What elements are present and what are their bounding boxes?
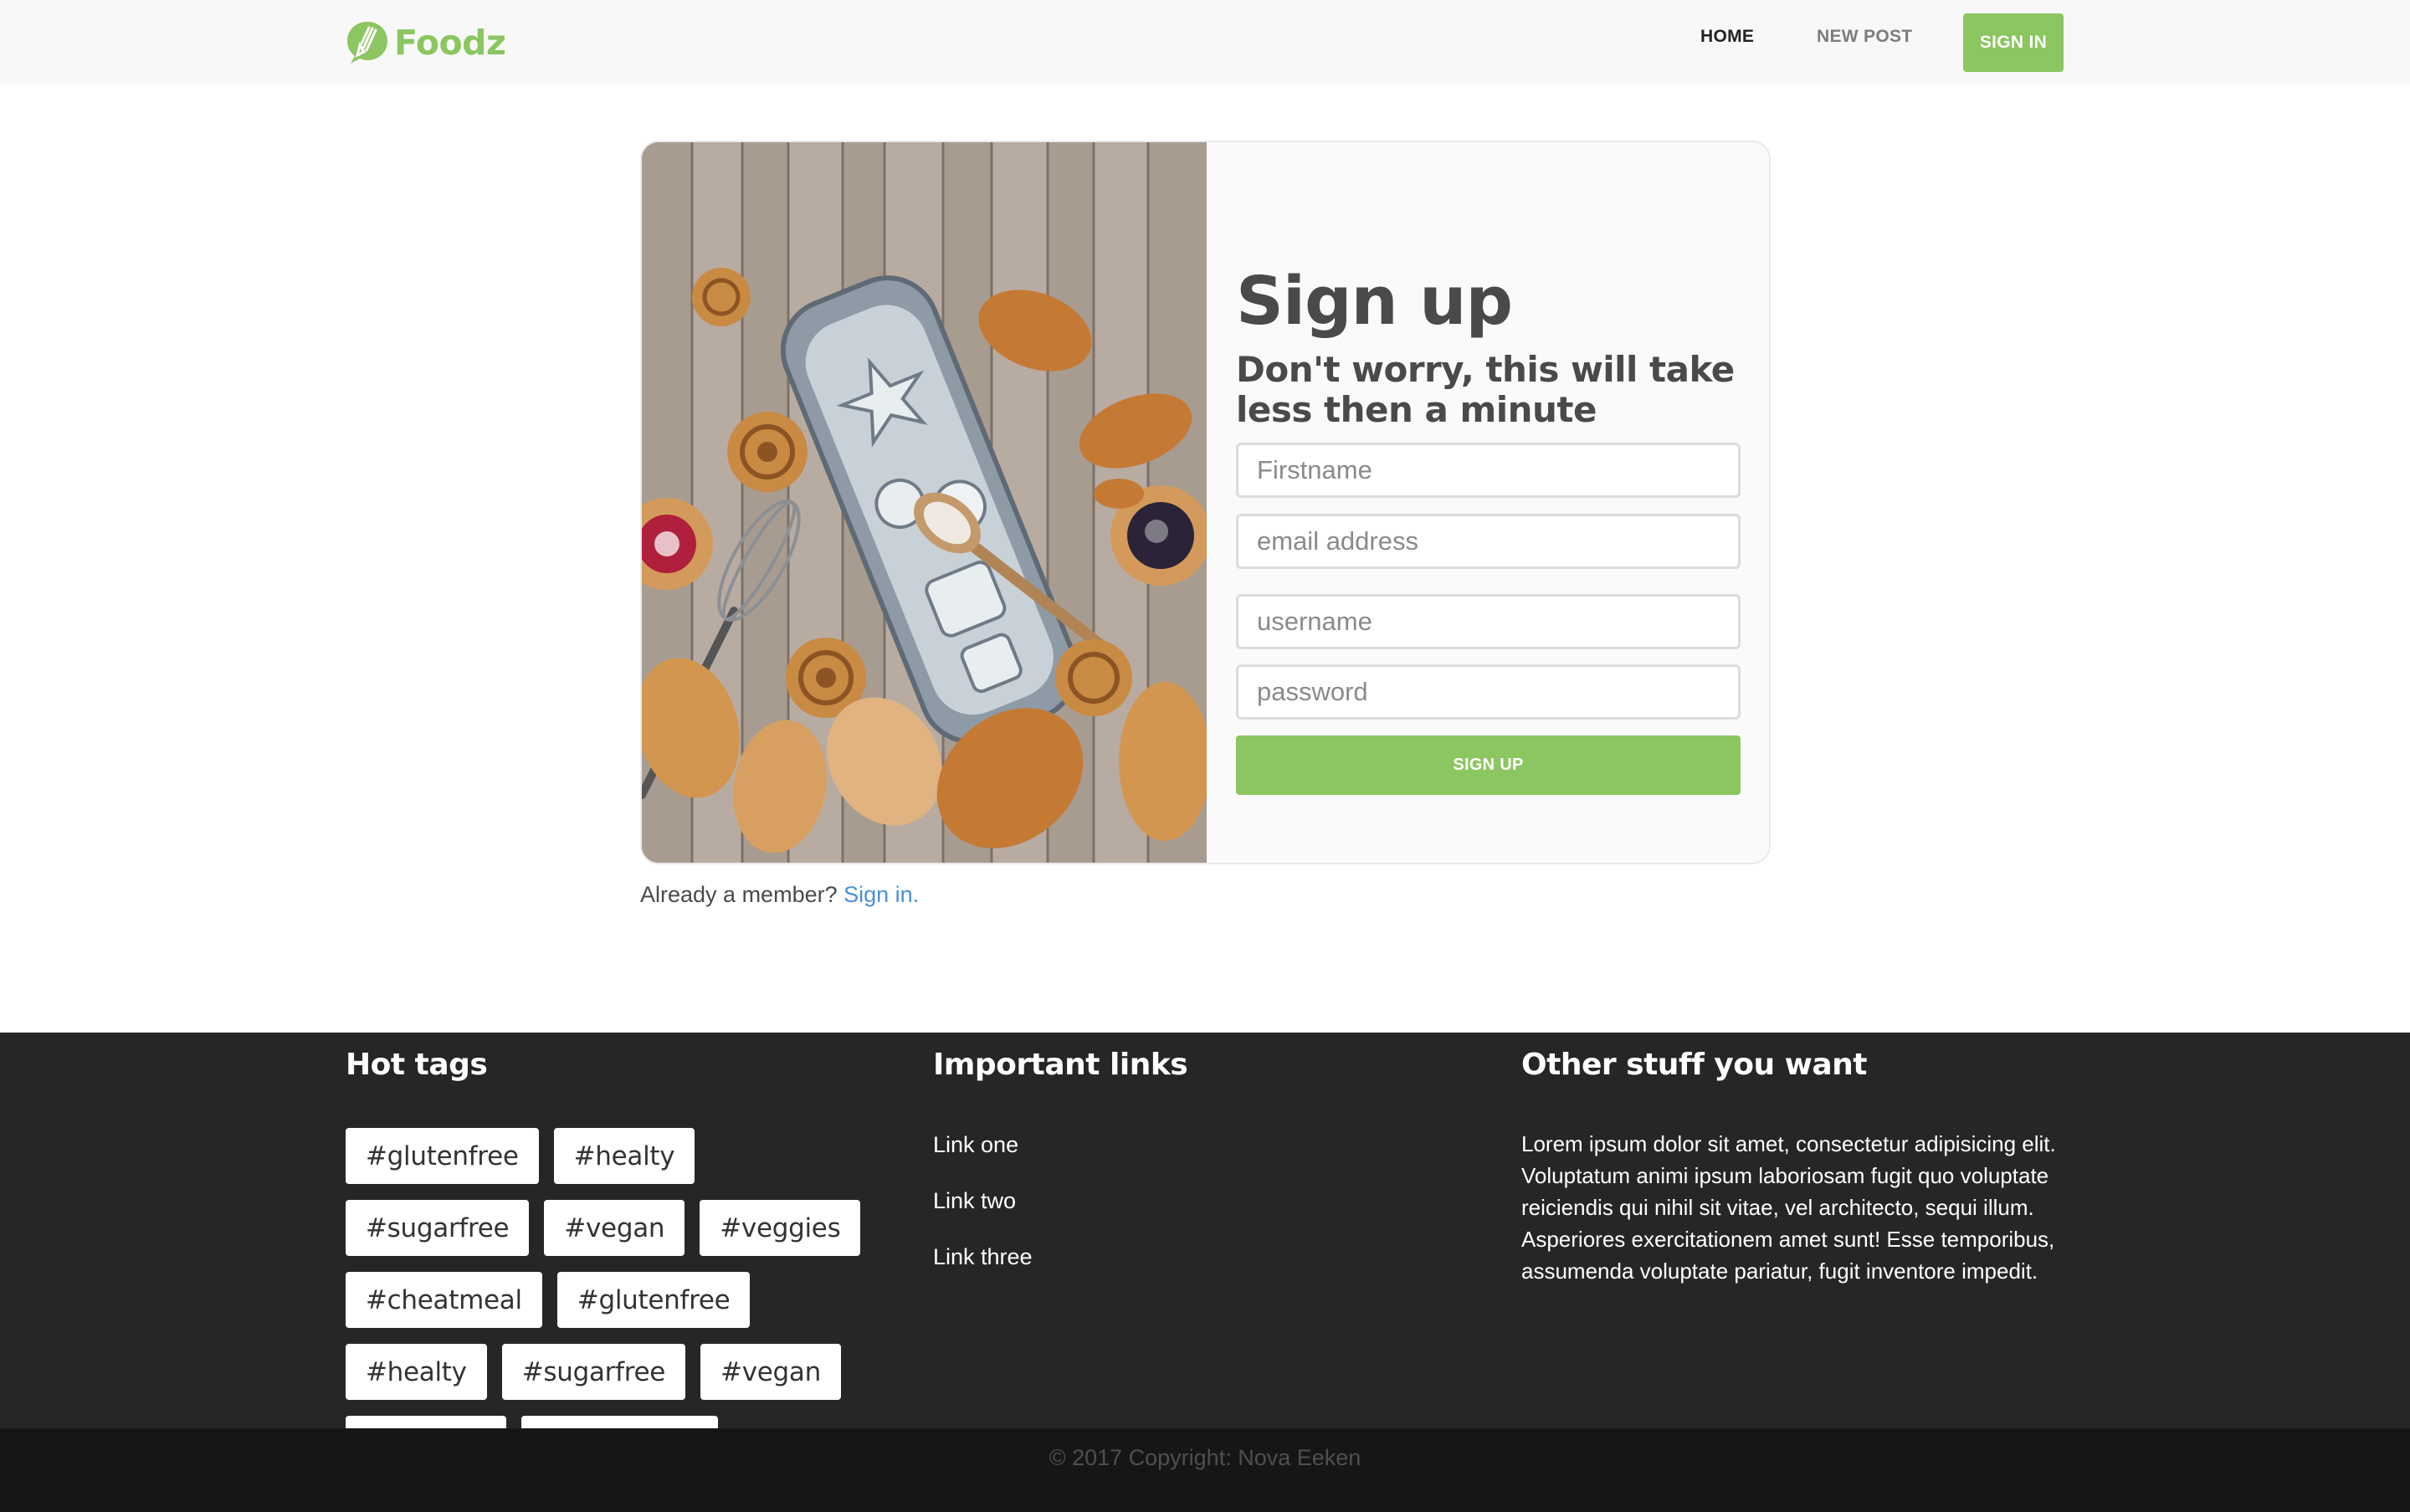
tag-item[interactable]: #vegan [700, 1344, 841, 1400]
signup-form: Sign up Don't worry, this will take less… [1236, 142, 1742, 863]
chat-bubble-fork-icon [347, 22, 387, 64]
nav-new-post-link[interactable]: NEW POST [1817, 27, 1912, 47]
tag-item[interactable]: #veggies [700, 1200, 861, 1256]
sign-up-button[interactable]: SIGN UP [1236, 735, 1741, 795]
nav-home-link[interactable]: HOME [1700, 27, 1754, 47]
tag-item[interactable]: #vegan [544, 1200, 685, 1256]
tag-item[interactable]: #sugarfree [501, 1344, 686, 1400]
tag-item[interactable]: #cheatmeal [346, 1272, 542, 1328]
password-input[interactable] [1236, 664, 1741, 720]
other-stuff-text: Lorem ipsum dolor sit amet, consectetur … [1521, 1131, 2056, 1284]
list-item: Link one [933, 1130, 1033, 1186]
other-stuff-heading: Other stuff you want [1521, 1048, 1868, 1082]
username-input[interactable] [1236, 594, 1741, 649]
copyright-text: © 2017 Copyright: Nova Eeken [1049, 1445, 1361, 1470]
pastry-photo [642, 142, 1207, 863]
already-member-text: Already a member? Sign in. [640, 882, 919, 908]
signup-title: Sign up [1236, 263, 1513, 340]
brand-logo[interactable]: Foodz [346, 18, 506, 67]
brand-name: Foodz [394, 23, 506, 63]
tag-item[interactable]: #glutenfree [556, 1272, 751, 1328]
email-input[interactable] [1236, 514, 1741, 569]
pastry-photo-graphic [642, 142, 1207, 863]
important-links-heading: Important links [933, 1048, 1188, 1082]
tag-list: #glutenfree #healty #sugarfree #vegan #v… [346, 1128, 881, 1472]
tag-item[interactable]: #healty [553, 1128, 695, 1184]
sign-in-link[interactable]: Sign in. [844, 882, 919, 907]
copyright-bar: © 2017 Copyright: Nova Eeken [0, 1428, 2410, 1512]
footer: Hot tags Important links Other stuff you… [0, 1033, 2410, 1472]
list-item: Link two [933, 1186, 1033, 1242]
important-links-list: Link one Link two Link three [933, 1130, 1033, 1298]
link-one[interactable]: Link one [933, 1132, 1018, 1157]
list-item: Link three [933, 1242, 1033, 1298]
hot-tags-heading: Hot tags [346, 1048, 488, 1082]
tag-item[interactable]: #sugarfree [346, 1200, 530, 1256]
tag-item[interactable]: #healty [346, 1344, 487, 1400]
signup-subtitle: Don't worry, this will take less then a … [1236, 349, 1735, 430]
nav-sign-in-button[interactable]: SIGN IN [1963, 13, 2064, 72]
firstname-input[interactable] [1236, 443, 1741, 498]
member-prompt: Already a member? [640, 882, 838, 907]
link-two[interactable]: Link two [933, 1188, 1016, 1213]
navbar: Foodz HOME NEW POST SIGN IN [0, 0, 2410, 85]
tag-item[interactable]: #glutenfree [346, 1128, 539, 1184]
signup-card: Sign up Don't worry, this will take less… [640, 141, 1771, 864]
link-three[interactable]: Link three [933, 1244, 1033, 1269]
